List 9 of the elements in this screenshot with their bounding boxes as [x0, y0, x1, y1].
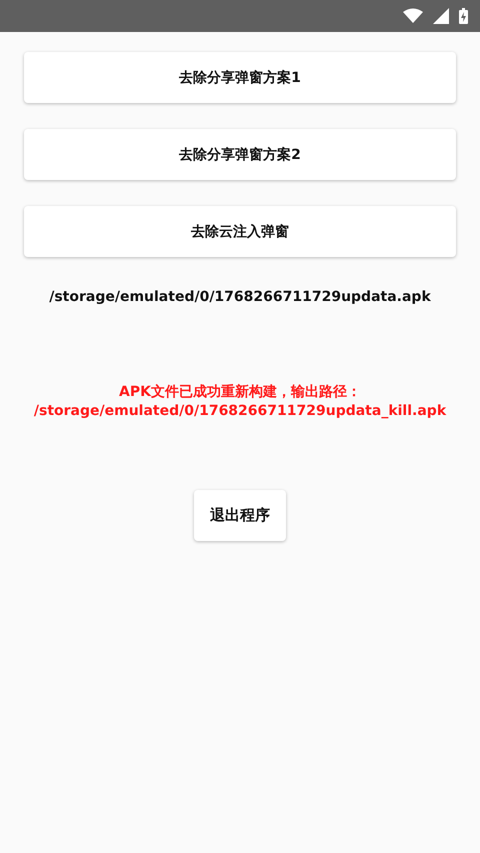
battery-icon	[459, 8, 468, 24]
action-button[interactable]: 去除云注入弹窗	[24, 206, 456, 257]
signal-icon	[433, 8, 449, 24]
action-button[interactable]: 去除分享弹窗方案2	[24, 129, 456, 180]
action-button[interactable]: 去除分享弹窗方案1	[24, 52, 456, 103]
result-message: APK文件已成功重新构建，输出路径： /storage/emulated/0/1768266711729updata_kill.apk	[34, 383, 446, 421]
exit-button[interactable]: 退出程序	[194, 490, 286, 541]
wifi-icon	[403, 8, 423, 24]
file-path: /storage/emulated/0/1768266711729updata.apk	[49, 289, 431, 305]
